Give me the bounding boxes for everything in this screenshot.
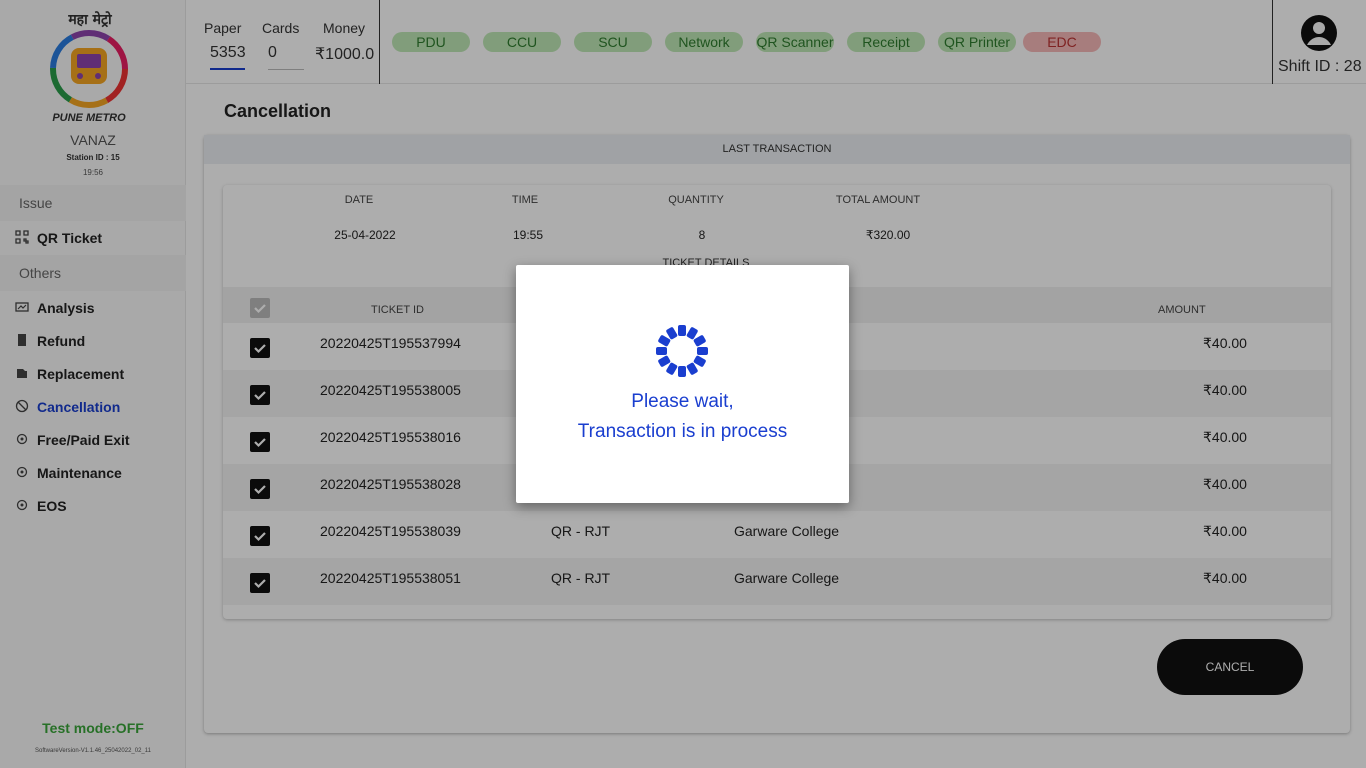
processing-dialog: Please wait, Transaction is in process	[516, 265, 849, 503]
dialog-message-line1: Please wait,	[631, 391, 734, 412]
dialog-message-line2: Transaction is in process	[577, 421, 788, 442]
loading-spinner-icon	[656, 325, 708, 377]
